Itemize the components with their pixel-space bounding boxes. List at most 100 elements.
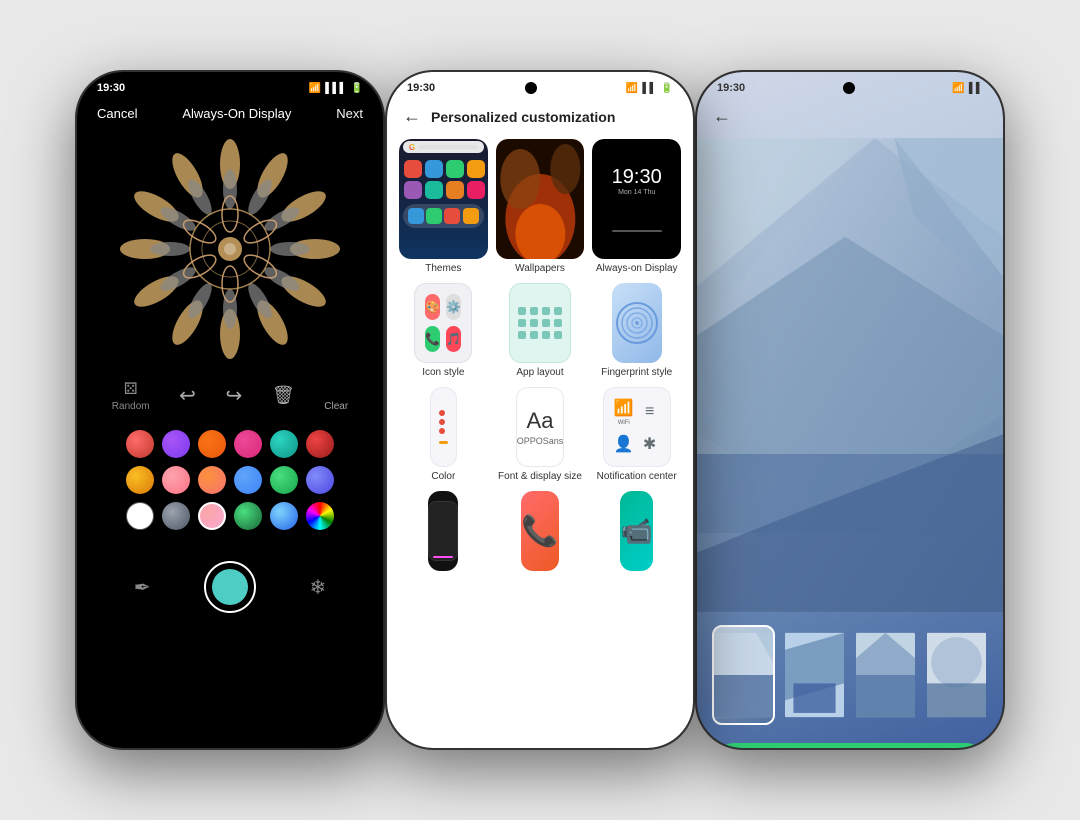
dots-row-1	[518, 307, 562, 315]
wp-thumb-2[interactable]	[783, 625, 846, 725]
aod-item[interactable]: 19:30 Mon 14 Thu ✿ Always-on Display	[592, 139, 681, 275]
color-orange[interactable]	[198, 430, 226, 458]
notification-item[interactable]: 📶 WiFi ≡ 👤 ✱	[592, 387, 681, 483]
phone3-back-button[interactable]: ←	[713, 106, 731, 127]
color-row-2	[92, 466, 368, 494]
color-pink-light[interactable]	[198, 502, 226, 530]
app-icon-7	[446, 181, 464, 199]
app-layout-item[interactable]: App layout	[496, 283, 585, 379]
dot-3	[542, 307, 550, 315]
clear-button[interactable]: Clear	[324, 379, 348, 412]
dot-6	[530, 319, 538, 327]
phone-1: 19:30 📶 ▌▌▌ 🔋 Cancel Always-On Display N…	[75, 70, 385, 750]
color-dark-red[interactable]	[306, 430, 334, 458]
black-phone-item[interactable]	[399, 491, 488, 571]
wp-thumb-2-preview	[785, 627, 844, 723]
delete-button[interactable]: 🗑	[272, 385, 295, 406]
phones-container: 19:30 📶 ▌▌▌ 🔋 Cancel Always-On Display N…	[0, 0, 1080, 820]
dial-icon: 📞	[521, 514, 558, 549]
bluetooth-notif-icon: ✱	[643, 434, 656, 454]
color-red[interactable]	[126, 430, 154, 458]
wp-thumb-4[interactable]	[925, 625, 988, 725]
color-item[interactable]: Color	[399, 387, 488, 483]
phone-2: 19:30 📶 ▌▌ 🔋 ← Personalized customizatio…	[385, 70, 695, 750]
color-row-3	[92, 502, 368, 530]
google-bar: G	[403, 141, 484, 153]
color-sky[interactable]	[270, 502, 298, 530]
mini-icon-3: 📞	[425, 326, 440, 352]
user-notif: 👤	[614, 432, 634, 456]
themes-label: Themes	[425, 263, 461, 275]
aod-label: Always-on Display	[596, 263, 678, 275]
wifi-notif-icon: 📶	[614, 398, 634, 418]
mini-icon-1: 🎨	[425, 294, 440, 320]
phone1-title: Always-On Display	[182, 106, 291, 121]
signal-icon: ▌▌▌	[325, 83, 346, 94]
pink-dial-item[interactable]: 📞	[496, 491, 585, 571]
fingerprint-item[interactable]: Fingerprint style	[592, 283, 681, 379]
grid-row-1: G	[399, 139, 681, 275]
color-rainbow[interactable]	[306, 502, 334, 530]
font-label: Font & display size	[498, 471, 582, 483]
wallpapers-item[interactable]: Wallpapers	[496, 139, 585, 275]
phone1-bottom-tools: ✒ ❄	[77, 551, 383, 623]
cancel-button[interactable]: Cancel	[97, 106, 137, 121]
next-button[interactable]: Next	[336, 106, 363, 121]
color-forest[interactable]	[234, 502, 262, 530]
phone3-volume-down[interactable]	[1003, 282, 1005, 332]
phone2-back-button[interactable]: ←	[403, 106, 421, 127]
battery-icon: 🔋	[351, 83, 363, 94]
color-white[interactable]	[126, 502, 154, 530]
wifi-icon: 📶	[309, 83, 321, 94]
dock-icon-3	[444, 208, 460, 224]
phone2-camera	[525, 82, 537, 94]
themes-item[interactable]: G	[399, 139, 488, 275]
dots-row-2	[518, 319, 562, 327]
mini-icon-2: ⚙️	[446, 294, 461, 320]
font-item[interactable]: Aa OPPOSans Font & display size	[496, 387, 585, 483]
color-pink-grad[interactable]	[234, 430, 262, 458]
dot-4	[554, 307, 562, 315]
notification-thumbnail: 📶 WiFi ≡ 👤 ✱	[603, 387, 671, 467]
effects-tool[interactable]: ❄	[309, 575, 326, 600]
color-teal[interactable]	[270, 430, 298, 458]
teal-video-item[interactable]: 📹	[592, 491, 681, 571]
app-icon-8	[467, 181, 485, 199]
color-row-1	[92, 430, 368, 458]
redo-button[interactable]: ↪	[226, 383, 243, 408]
home-dock	[403, 204, 484, 228]
bluetooth-notif: ✱	[640, 432, 660, 456]
color-coral[interactable]	[198, 466, 226, 494]
phone2-battery: 🔋	[661, 83, 673, 94]
phone2-volume-down[interactable]	[693, 282, 695, 332]
dot-2	[530, 307, 538, 315]
color-blue[interactable]	[234, 466, 262, 494]
color-green[interactable]	[270, 466, 298, 494]
wp-thumb-1[interactable]	[712, 625, 775, 725]
grid-row-4: 📞 📹	[399, 491, 681, 571]
grid-row-3: Color Aa OPPOSans Font & display size 📶	[399, 387, 681, 483]
wallpaper-geometric-svg	[697, 135, 1003, 615]
color-rose[interactable]	[162, 466, 190, 494]
capture-button[interactable]	[204, 561, 256, 613]
wp-thumb-3[interactable]	[854, 625, 917, 725]
brush-tool[interactable]: ✒	[134, 575, 151, 600]
aod-mandala-mini: ✿	[630, 202, 643, 222]
icon-style-item[interactable]: 🎨 ⚙️ 📞 🎵 Icon style	[399, 283, 488, 379]
phone1-header: Cancel Always-On Display Next	[77, 98, 383, 129]
undo-button[interactable]: ↩	[179, 383, 196, 408]
color-violet[interactable]	[306, 466, 334, 494]
randomize-button[interactable]: ⚄ Random	[112, 379, 150, 412]
c-dot-1	[439, 410, 445, 416]
color-yellow[interactable]	[126, 466, 154, 494]
phone-mini	[428, 501, 458, 561]
wallpaper-svg	[496, 139, 585, 259]
aod-date: Mon 14 Thu	[618, 189, 655, 196]
set-as-button[interactable]: Set As	[712, 743, 988, 748]
fingerprint-svg	[612, 298, 662, 348]
c-dot-3	[439, 428, 445, 434]
color-purple[interactable]	[162, 430, 190, 458]
phone3-volume-up[interactable]	[1003, 222, 1005, 272]
color-gray[interactable]	[162, 502, 190, 530]
phone2-volume-up[interactable]	[693, 222, 695, 272]
